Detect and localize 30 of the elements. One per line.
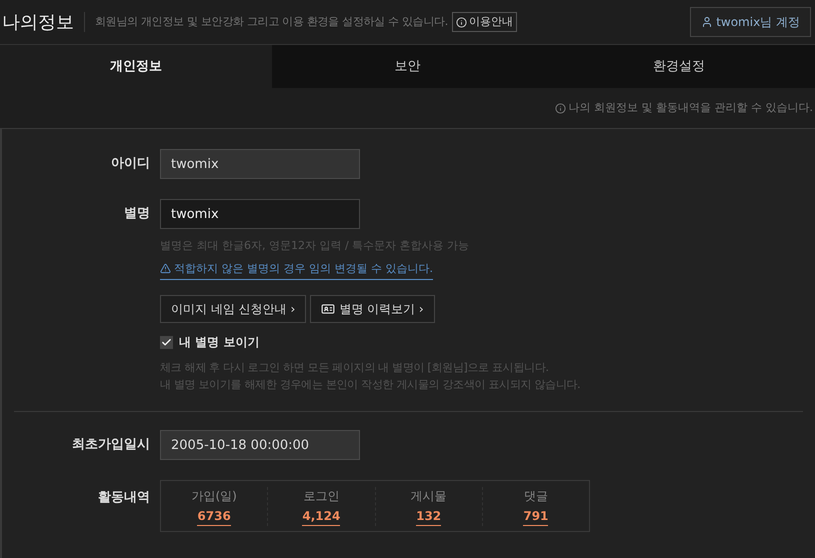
notice-text: 나의 회원정보 및 활동내역을 관리할 수 있습니다.	[554, 100, 813, 116]
tab[interactable]: 환경설정	[543, 45, 815, 88]
checkbox[interactable]	[160, 336, 173, 348]
text-field[interactable]: twomix	[160, 199, 360, 229]
info-icon	[456, 16, 467, 28]
nickname-button[interactable]: 별명 이력보기 ›	[310, 295, 435, 323]
page-description: 회원님의 개인정보 및 보안강화 그리고 이용 환경을 설정하실 수 있습니다.	[95, 14, 448, 30]
tab[interactable]: 보안	[272, 45, 544, 88]
stat-value[interactable]: 4,124	[302, 506, 340, 526]
stat-value[interactable]: 791	[523, 506, 548, 526]
stat-label: 로그인	[303, 488, 340, 504]
checkbox-label: 내 별명 보이기	[179, 334, 260, 351]
page-title: 나의정보	[1, 10, 75, 34]
stat-value[interactable]: 132	[416, 506, 442, 526]
stat-label: 게시물	[410, 488, 447, 504]
info-icon	[554, 102, 566, 114]
field-label: 활동내역	[97, 489, 151, 507]
warning-icon	[160, 263, 171, 274]
account-button[interactable]: twomix님 계정	[690, 7, 811, 37]
stat-value[interactable]: 6736	[197, 506, 231, 526]
guide-button[interactable]: 이용안내	[452, 12, 517, 32]
field-label: 별명	[123, 205, 151, 223]
user-icon	[701, 16, 714, 28]
id-card-icon	[321, 302, 336, 316]
stat-label: 가입(일)	[191, 488, 237, 504]
nickname-button[interactable]: 이미지 네임 신청안내 ›	[160, 295, 306, 323]
stat-label: 댓글	[524, 488, 548, 504]
warning-link[interactable]: 적합하지 않은 별명의 경우 임의 변경될 수 있습니다.	[160, 260, 433, 280]
field-label: 아이디	[110, 155, 151, 173]
field-label: 최초가입일시	[71, 436, 151, 454]
